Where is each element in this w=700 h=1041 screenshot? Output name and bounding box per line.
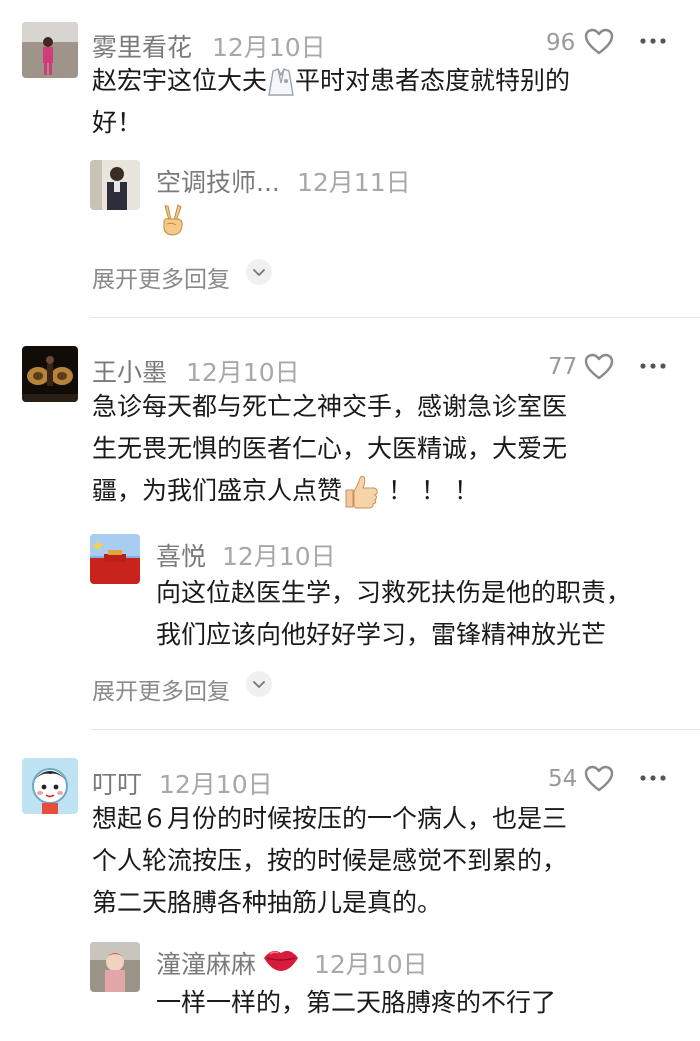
comment-text-line: 疆，为我们盛京人点赞 (92, 476, 343, 505)
reply-date: 12月10日 (222, 542, 336, 571)
more-options-icon[interactable] (640, 38, 666, 44)
comment-text-line: 第二天胳膊各种抽筋儿是真的。 (92, 888, 443, 917)
doctor-coat-emoji-icon (268, 68, 294, 96)
reply-text: 向这位赵医生学，习救死扶伤是他的职责， 我们应该向他好好学习，雷锋精神放光芒 (156, 572, 676, 656)
thumbs-up-emoji-icon (345, 475, 378, 509)
avatar-image (22, 758, 78, 814)
comment-author[interactable]: 叮叮 (92, 765, 142, 801)
chevron-down-icon (253, 681, 265, 688)
expand-chevron[interactable] (246, 259, 272, 285)
comment-date: 12月10日 (159, 770, 273, 799)
comment-text-line: 个人轮流按压，按的时候是感觉不到累的， (92, 846, 568, 875)
like-count: 96 (546, 30, 576, 56)
reply-text-line: 我们应该向他好好学习，雷锋精神放光芒 (156, 620, 607, 649)
like-count: 54 (548, 766, 578, 792)
comment-text: 赵宏宇这位大夫 平时对患者态度就特别的 好！ (92, 60, 632, 144)
reply-author[interactable]: 潼潼麻麻 (156, 945, 256, 981)
comment-text-line: 好！ (92, 108, 143, 137)
comment-text: 想起６月份的时候按压的一个病人，也是三 个人轮流按压，按的时候是感觉不到累的， … (92, 798, 652, 924)
avatar[interactable] (22, 22, 78, 78)
reply-date: 12月10日 (314, 950, 428, 979)
comment-text-line: 急诊每天都与死亡之神交手，感谢急诊室医 (92, 392, 568, 421)
comment-author[interactable]: 王小墨 (92, 353, 167, 389)
avatar-image (90, 942, 140, 992)
avatar-image (90, 534, 140, 584)
avatar[interactable] (22, 346, 78, 402)
comment-text-line: 平时对患者态度就特别的 (295, 66, 571, 95)
heart-icon[interactable] (584, 28, 614, 56)
reply-author[interactable]: 空调技师... (156, 163, 280, 199)
comment-text-line: 赵宏宇这位大夫 (92, 66, 268, 95)
comment-date: 12月10日 (186, 358, 300, 387)
reply-avatar[interactable] (90, 534, 140, 584)
lips-emoji-icon (264, 950, 298, 971)
reply-avatar[interactable] (90, 942, 140, 992)
expand-chevron[interactable] (246, 671, 272, 697)
comment-item: 王小墨 12月10日 77 急诊每天都与死亡之神交手，感谢急诊室医 生无畏无惧的… (0, 318, 700, 730)
more-options-icon[interactable] (640, 363, 666, 369)
comment-item: 雾里看花 12月10日 96 赵宏宇这位大夫 平时对患者态度就特别的 好！ 空调技… (0, 0, 700, 318)
reply-text-line: 一样一样的，第二天胳膊疼的不行了 (156, 988, 557, 1017)
heart-icon[interactable] (584, 353, 614, 381)
victory-hand-emoji-icon (163, 204, 183, 236)
reply-author[interactable]: 喜悦 (156, 537, 206, 573)
reply-text: 一样一样的，第二天胳膊疼的不行了 (156, 982, 676, 1024)
chevron-down-icon (253, 269, 265, 276)
more-options-icon[interactable] (640, 775, 666, 781)
avatar[interactable] (22, 758, 78, 814)
comment-text-line: 想起６月份的时候按压的一个病人，也是三 (92, 804, 568, 833)
heart-icon[interactable] (584, 765, 614, 793)
comment-text-line: 生无畏无惧的医者仁心，大医精诚，大爱无 (92, 434, 568, 463)
like-count: 77 (548, 354, 578, 380)
expand-replies-button[interactable]: 展开更多回复 (92, 260, 230, 294)
avatar-image (22, 346, 78, 402)
comment-author[interactable]: 雾里看花 (92, 28, 192, 64)
avatar-image (22, 22, 78, 78)
comment-date: 12月10日 (212, 33, 326, 62)
reply-text-line: 向这位赵医生学，习救死扶伤是他的职责， (156, 578, 632, 607)
avatar-image (90, 160, 140, 210)
comment-text-line: ！！！ (388, 476, 488, 505)
expand-replies-button[interactable]: 展开更多回复 (92, 672, 230, 706)
reply-date: 12月11日 (297, 168, 411, 197)
comment-text: 急诊每天都与死亡之神交手，感谢急诊室医 生无畏无惧的医者仁心，大医精诚，大爱无 … (92, 386, 652, 512)
reply-avatar[interactable] (90, 160, 140, 210)
comment-item: 叮叮 12月10日 54 想起６月份的时候按压的一个病人，也是三 个人轮流按压，… (0, 730, 700, 1041)
